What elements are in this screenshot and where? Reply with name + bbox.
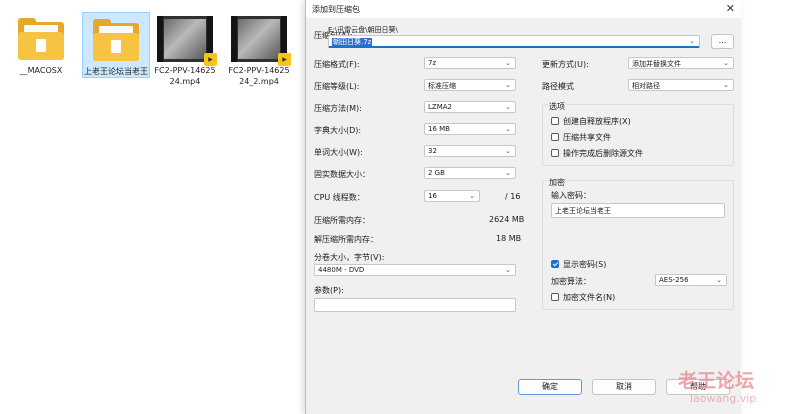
folder-icon (91, 19, 141, 63)
mem-decompress-value: 18 MB (496, 234, 522, 243)
chevron-down-icon: ⌄ (469, 192, 475, 200)
chevron-down-icon: ⌄ (505, 147, 511, 155)
volume-value: 4480M - DVD (318, 266, 365, 274)
method-label: 压缩方法(M): (314, 104, 362, 113)
browse-button[interactable]: ... (711, 34, 734, 49)
volume-select[interactable]: 4480M - DVD ⌄ (314, 264, 516, 276)
encryption-title: 加密 (547, 177, 567, 188)
word-select[interactable]: 32 ⌄ (424, 145, 516, 157)
archive-name-input[interactable]: 朝田日葵.7z ⌄ (328, 35, 700, 48)
options-group: 选项 创建自释放程序(X) 压缩共享文件 操作完成后删除源文件 (542, 101, 734, 166)
solid-value: 2 GB (428, 169, 445, 177)
update-label: 更新方式(U): (542, 60, 589, 69)
sfx-label: 创建自释放程序(X) (563, 117, 631, 126)
volume-label: 分卷大小，字节(V): (314, 253, 385, 262)
cpu-total: / 16 (505, 192, 521, 201)
chevron-down-icon: ⌄ (723, 59, 729, 67)
cpu-value: 16 (428, 192, 437, 200)
file-explorer: __MACOSX 上老王论坛当老王 ▶ FC2-PPV-1462524.mp4 … (0, 0, 310, 414)
update-select[interactable]: 添加并替换文件 ⌄ (628, 57, 734, 69)
solid-label: 固实数据大小： (314, 170, 370, 179)
pathmode-value: 相对路径 (632, 82, 660, 90)
method-select[interactable]: LZMA2 ⌄ (424, 101, 516, 113)
pathmode-label: 路径模式 (542, 82, 574, 91)
encrypt-names-checkbox[interactable] (551, 293, 559, 301)
shared-label: 压缩共享文件 (563, 133, 611, 142)
encrypt-names-label: 加密文件名(N) (563, 293, 616, 302)
show-password-checkbox[interactable] (551, 260, 559, 268)
file-name: FC2-PPV-1462524_2.mp4 (228, 66, 290, 86)
folder-macosx[interactable]: __MACOSX (8, 12, 74, 76)
level-select[interactable]: 标准压缩 ⌄ (424, 79, 516, 91)
mem-compress-label: 压缩所需内存： (314, 216, 370, 225)
encryption-group: 加密 输入密码： 上老王论坛当老王 显示密码(S) 加密算法： AES-256 ⌄… (542, 177, 734, 310)
algorithm-select[interactable]: AES-256 ⌄ (655, 274, 727, 286)
chevron-down-icon: ⌄ (505, 81, 511, 89)
method-value: LZMA2 (428, 103, 452, 111)
params-input[interactable] (314, 298, 516, 312)
cancel-button[interactable]: 取消 (592, 379, 656, 395)
solid-select[interactable]: 2 GB ⌄ (424, 167, 516, 179)
chevron-down-icon: ⌄ (505, 266, 511, 274)
chevron-down-icon: ⌄ (716, 276, 722, 284)
chevron-down-icon: ⌄ (505, 59, 511, 67)
archive-path: E:\迅雷云盘\朝田日葵\ (328, 26, 398, 34)
dict-select[interactable]: 16 MB ⌄ (424, 123, 516, 135)
options-title: 选项 (547, 101, 567, 112)
file-name: 上老王论坛当老王 (84, 67, 148, 76)
ok-button[interactable]: 确定 (518, 379, 582, 395)
level-value: 标准压缩 (428, 82, 456, 90)
add-to-archive-dialog: 添加到压缩包 ✕ 压缩包(A): E:\迅雷云盘\朝田日葵\ 朝田日葵.7z ⌄… (305, 0, 741, 414)
password-label: 输入密码： (551, 191, 591, 200)
file-name: FC2-PPV-1462524.mp4 (154, 66, 216, 86)
watermark-url: laowang.vip (690, 392, 757, 405)
word-value: 32 (428, 147, 437, 155)
folder-icon (16, 18, 66, 62)
chevron-down-icon: ⌄ (505, 103, 511, 111)
format-value: 7z (428, 59, 437, 67)
close-icon[interactable]: ✕ (726, 2, 735, 15)
pathmode-select[interactable]: 相对路径 ⌄ (628, 79, 734, 91)
level-label: 压缩等级(L): (314, 82, 360, 91)
delete-label: 操作完成后删除源文件 (563, 149, 643, 158)
watermark-text: 老王论坛 (678, 370, 755, 392)
folder-laowang[interactable]: 上老王论坛当老王 (82, 12, 150, 78)
video-thumbnail-icon: ▶ (231, 16, 291, 66)
params-label: 参数(P): (314, 286, 344, 295)
mem-decompress-label: 解压缩所需内存： (314, 235, 378, 244)
password-value: 上老王论坛当老王 (555, 207, 611, 215)
cpu-label: CPU 线程数： (314, 193, 365, 202)
delete-checkbox[interactable] (551, 149, 559, 157)
show-password-label: 显示密码(S) (563, 260, 607, 269)
algorithm-label: 加密算法： (551, 277, 591, 286)
chevron-down-icon: ⌄ (723, 81, 729, 89)
password-input[interactable]: 上老王论坛当老王 (551, 203, 725, 218)
mem-compress-value: 2624 MB (489, 215, 525, 224)
dict-value: 16 MB (428, 125, 450, 133)
format-select[interactable]: 7z ⌄ (424, 57, 516, 69)
file-video-2[interactable]: ▶ FC2-PPV-1462524_2.mp4 (226, 12, 292, 87)
video-thumbnail-icon: ▶ (157, 16, 217, 66)
chevron-down-icon[interactable]: ⌄ (689, 37, 695, 45)
format-label: 压缩格式(F): (314, 60, 360, 69)
shared-checkbox[interactable] (551, 133, 559, 141)
word-label: 单词大小(W): (314, 148, 363, 157)
dict-label: 字典大小(D): (314, 126, 362, 135)
title-bar: 添加到压缩包 ✕ (306, 0, 741, 18)
chevron-down-icon: ⌄ (505, 125, 511, 133)
archive-name-value: 朝田日葵.7z (332, 38, 373, 46)
update-value: 添加并替换文件 (632, 60, 681, 68)
play-badge-icon: ▶ (278, 53, 291, 66)
algorithm-value: AES-256 (659, 276, 689, 284)
chevron-down-icon: ⌄ (505, 169, 511, 177)
file-video-1[interactable]: ▶ FC2-PPV-1462524.mp4 (152, 12, 218, 87)
sfx-checkbox[interactable] (551, 117, 559, 125)
play-badge-icon: ▶ (204, 53, 217, 66)
cpu-select[interactable]: 16 ⌄ (424, 190, 480, 202)
dialog-title: 添加到压缩包 (312, 5, 360, 14)
file-name: __MACOSX (19, 66, 63, 75)
